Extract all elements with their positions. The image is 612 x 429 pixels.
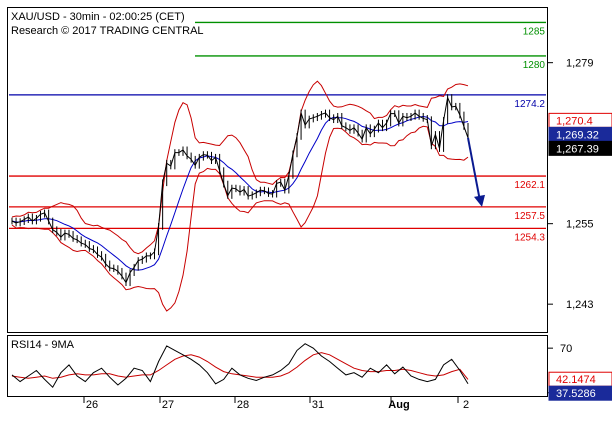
arrow-head (474, 194, 485, 207)
x-tick-label: 27 (162, 399, 174, 411)
rsi-line (11, 343, 469, 389)
price-tag-label: 1,269.32 (556, 129, 599, 141)
arrow-shaft (467, 137, 481, 202)
x-tick-label: 28 (237, 399, 249, 411)
time-axis: 26 27 28 31 Aug 2 (83, 397, 469, 411)
rsi-title: RSI14 - 9MA (11, 339, 75, 351)
lower-band (11, 125, 469, 312)
rsi-axis: 307042.147437.5286 (547, 343, 612, 401)
level-label: 1257.5 (514, 211, 545, 222)
level-label: 1280 (523, 60, 546, 71)
rsi-panel-frame (7, 335, 548, 397)
price-tag-label: 1,270.4 (556, 115, 593, 127)
x-tick-label: 31 (312, 399, 324, 411)
x-tick-label: 26 (86, 399, 98, 411)
level-label: 1285 (523, 26, 546, 37)
level-label: 1262.1 (514, 180, 545, 191)
y-tick-label: 1,255 (566, 219, 594, 231)
chart-canvas: 128512801274.21262.11257.51254.3 1,2431,… (7, 7, 612, 411)
level-label: 1274.2 (514, 99, 545, 110)
forecast-arrow (467, 137, 485, 207)
y-tick-label: 1,279 (566, 58, 594, 70)
rsi-series (11, 343, 469, 389)
y-tick-label: 1,243 (566, 299, 594, 311)
bollinger-bands (11, 80, 469, 312)
chart-title: XAU/USD - 30min - 02:00:25 (CET) (11, 11, 185, 23)
price-axis: 1,243 1,255 1,279 (547, 58, 594, 311)
price-tag-label: 1,267.39 (556, 143, 599, 155)
level-label: 1254.3 (514, 232, 545, 243)
rsi-tick-label: 70 (560, 343, 572, 355)
x-tick-label: Aug (388, 399, 409, 411)
level-lines: 1285 1280 1274.2 1262.1 1257.5 1254.3 (9, 21, 546, 243)
price-tag-label: 42.1474 (556, 374, 596, 386)
price-tags: 1,270.4 1,269.32 1,267.39 (548, 112, 612, 156)
price-tag-label: 37.5286 (556, 388, 596, 400)
chart-subtitle: Research © 2017 TRADING CENTRAL (11, 25, 204, 37)
x-tick-label: 2 (463, 399, 469, 411)
price-series (11, 94, 469, 287)
